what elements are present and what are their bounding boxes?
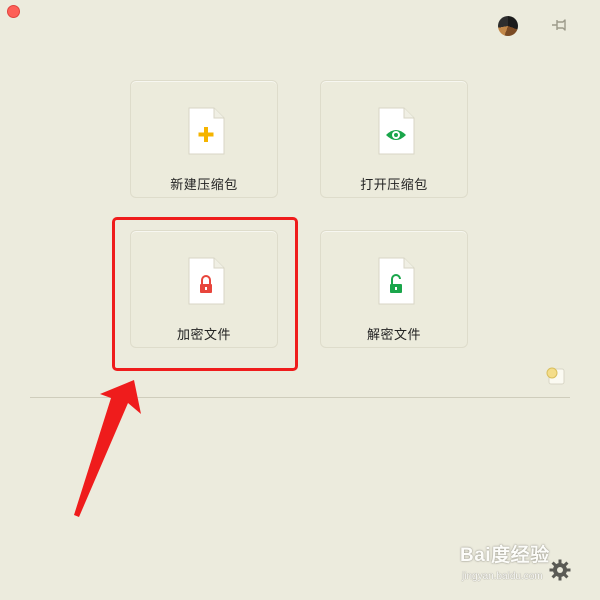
watermark-url: jingyan.baidu.com xyxy=(462,571,543,582)
encrypt-file-button[interactable]: 加密文件 xyxy=(130,230,278,348)
watermark-brand: Bai度经验 xyxy=(460,545,550,566)
close-button[interactable] xyxy=(7,5,20,18)
divider xyxy=(30,397,570,398)
pin-icon[interactable] xyxy=(548,14,570,36)
new-archive-plus-icon xyxy=(188,107,225,155)
decrypt-unlock-icon xyxy=(378,257,415,305)
avatar[interactable] xyxy=(498,16,518,36)
new-archive-label: 新建压缩包 xyxy=(170,178,238,193)
decrypt-file-button[interactable]: 解密文件 xyxy=(320,230,468,348)
app-window: 新建压缩包 打开压缩包 加密文件 解密文件 Bai度经验 jingyan.bai… xyxy=(0,0,600,600)
encrypt-file-label: 加密文件 xyxy=(176,328,231,343)
gear-icon[interactable] xyxy=(548,558,572,582)
annotation-arrow xyxy=(74,380,141,517)
open-archive-eye-icon xyxy=(378,107,415,155)
notes-icon[interactable] xyxy=(544,364,566,386)
open-archive-button[interactable]: 打开压缩包 xyxy=(320,80,468,198)
decrypt-file-label: 解密文件 xyxy=(366,328,421,343)
open-archive-label: 打开压缩包 xyxy=(360,178,428,193)
new-archive-button[interactable]: 新建压缩包 xyxy=(130,80,278,198)
encrypt-lock-icon xyxy=(188,257,225,305)
